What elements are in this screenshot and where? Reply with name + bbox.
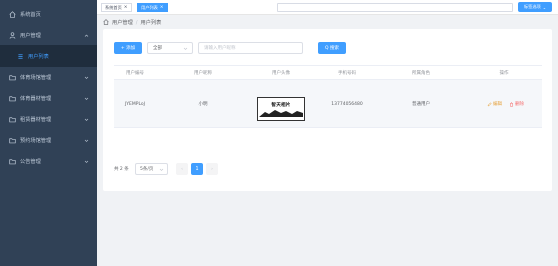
delete-button[interactable]: 删除 <box>509 80 524 128</box>
column-header: 用户昵称 <box>194 71 212 76</box>
cell-phone: 13774056480 <box>331 101 363 107</box>
chevron-down-icon <box>183 47 188 50</box>
page-size-select[interactable]: 5条/页 <box>135 163 168 175</box>
close-icon[interactable]: × <box>124 5 128 10</box>
sidebar-item-label: 体育场馆管理 <box>20 74 52 81</box>
folder-icon <box>8 73 16 81</box>
column-header: 操作 <box>499 71 509 76</box>
chevron-down-icon <box>83 74 89 80</box>
sidebar-item-label: 用户管理 <box>20 32 41 39</box>
folder-icon <box>8 157 16 165</box>
column-header: 手机号码 <box>338 71 356 76</box>
folder-icon <box>8 115 16 123</box>
user-icon <box>8 31 16 39</box>
chevron-up-icon <box>83 32 89 38</box>
sidebar-item-label: 公告管理 <box>20 158 41 165</box>
user-table: 用户编号 用户昵称 用户头像 手机号码 所属角色 操作 JYEMPLoJ 小明 … <box>114 65 542 129</box>
search-button[interactable]: Q 搜索 <box>318 42 346 54</box>
pagination-total: 共 2 条 <box>114 167 129 172</box>
close-icon[interactable]: × <box>160 5 164 10</box>
tags-view-bar: 系统首页 × 用户列表 × 标签选项 ⌄ <box>97 0 558 15</box>
cell-user-id: JYEMPLoJ <box>124 101 146 107</box>
tag-home[interactable]: 系统首页 × <box>101 3 132 12</box>
tags-scroll-area <box>277 3 513 12</box>
sidebar-item-label: 预约场馆管理 <box>20 137 52 144</box>
column-header: 所属角色 <box>412 71 430 76</box>
main-content: 用户管理 / 用户列表 + 添加 全部 请输入用户昵称 Q 搜索 用户编号 用户… <box>97 15 558 266</box>
sidebar-item-user-list[interactable]: 用户列表 <box>0 45 97 67</box>
home-icon <box>8 10 16 18</box>
folder-icon <box>8 94 16 102</box>
sidebar-item-user-management[interactable]: 用户管理 <box>0 24 97 46</box>
chevron-down-icon <box>83 137 89 143</box>
chevron-down-icon <box>83 116 89 122</box>
chevron-down-icon <box>83 95 89 101</box>
sidebar-item-rental-management[interactable]: 租赁器材管理 <box>0 108 97 130</box>
column-header: 用户编号 <box>126 71 144 76</box>
breadcrumb-item-user-list: 用户列表 <box>140 20 162 26</box>
status-select[interactable]: 全部 <box>147 42 193 54</box>
sidebar-item-booking-management[interactable]: 预约场馆管理 <box>0 129 97 151</box>
add-button[interactable]: + 添加 <box>114 42 142 54</box>
edit-icon <box>487 101 492 106</box>
next-page-button[interactable]: › <box>206 163 218 175</box>
breadcrumb: 用户管理 / 用户列表 <box>103 19 161 26</box>
cell-nickname: 小明 <box>198 102 208 107</box>
search-input[interactable]: 请输入用户昵称 <box>198 42 303 54</box>
chevron-down-icon <box>83 158 89 164</box>
sidebar-item-venue-management[interactable]: 体育场馆管理 <box>0 66 97 88</box>
sidebar-item-label: 用户列表 <box>28 53 49 60</box>
column-header: 用户头像 <box>272 71 290 76</box>
sidebar-item-label: 系统首页 <box>20 11 41 18</box>
edit-button[interactable]: 编辑 <box>487 80 502 128</box>
trash-icon <box>510 102 513 107</box>
user-list-panel: + 添加 全部 请输入用户昵称 Q 搜索 用户编号 用户昵称 用户头像 手机号码… <box>103 29 552 191</box>
table-row: JYEMPLoJ 小明 智天相片 13774056480 普通用户 编辑 删除 <box>114 80 542 128</box>
cell-role: 普通用户 <box>412 102 430 107</box>
sidebar-item-home[interactable]: 系统首页 <box>0 3 97 25</box>
sidebar-item-label: 体育器材管理 <box>20 95 52 102</box>
breadcrumb-item-user-management[interactable]: 用户管理 <box>112 19 133 26</box>
home-icon <box>103 19 110 26</box>
mountain-image <box>259 109 303 117</box>
list-icon <box>16 52 24 60</box>
chevron-down-icon <box>159 168 164 171</box>
folder-icon <box>8 136 16 144</box>
breadcrumb-separator: / <box>135 19 138 26</box>
sidebar-item-notice-management[interactable]: 公告管理 <box>0 150 97 172</box>
sidebar-item-label: 租赁器材管理 <box>20 116 52 123</box>
avatar[interactable]: 智天相片 <box>257 97 305 121</box>
tag-options-button[interactable]: 标签选项 ⌄ <box>518 2 552 12</box>
table-header: 用户编号 用户昵称 用户头像 手机号码 所属角色 操作 <box>114 66 542 80</box>
chevron-down-icon: ⌄ <box>542 4 547 10</box>
sidebar-item-equipment-management[interactable]: 体育器材管理 <box>0 87 97 109</box>
tag-user-list[interactable]: 用户列表 × <box>137 3 168 12</box>
sidebar: 系统首页 用户管理 用户列表 体育场馆管理 体育器材管理 租赁器材管理 预约场馆… <box>0 0 97 266</box>
page-number-current[interactable]: 1 <box>191 163 203 175</box>
prev-page-button[interactable]: ‹ <box>176 163 188 175</box>
